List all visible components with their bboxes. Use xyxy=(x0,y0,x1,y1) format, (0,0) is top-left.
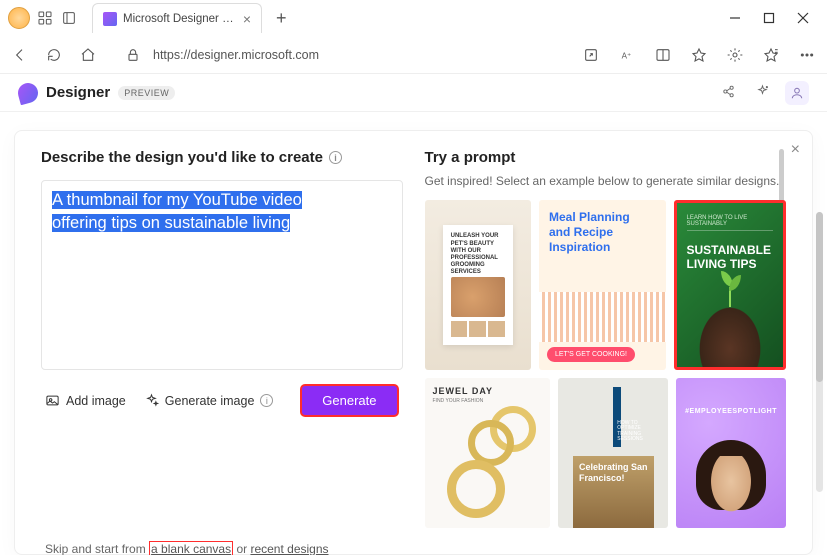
sparkles-icon xyxy=(144,393,159,408)
favorite-icon[interactable] xyxy=(687,43,711,67)
window-titlebar: Microsoft Designer - Stunning d × + xyxy=(0,0,827,36)
split-screen-icon[interactable] xyxy=(651,43,675,67)
app-header: Designer PREVIEW xyxy=(0,74,827,112)
example-tile-san-francisco[interactable]: HOW TO OPTIMIZE TRAINING SESSIONS Celebr… xyxy=(558,378,668,528)
profile-avatar-icon[interactable] xyxy=(8,7,30,29)
window-maximize-button[interactable] xyxy=(761,10,777,26)
info-icon[interactable]: i xyxy=(260,394,273,407)
prompt-textarea[interactable]: A thumbnail for my YouTube video offerin… xyxy=(41,180,403,370)
window-minimize-button[interactable] xyxy=(727,10,743,26)
try-prompt-column: Try a prompt Get inspired! Select an exa… xyxy=(425,149,787,544)
prompt-gallery: UNLEASH YOUR PET'S BEAUTY WITH OUR PROFE… xyxy=(425,200,787,544)
tile-text: and Recipe xyxy=(549,225,613,239)
tab-actions-icon[interactable] xyxy=(60,9,78,27)
describe-heading: Describe the design you'd like to create… xyxy=(41,149,403,166)
generate-image-button[interactable]: Generate image i xyxy=(144,393,274,408)
share-icon[interactable] xyxy=(717,81,739,103)
tile-text: SUSTAINABLE xyxy=(687,243,771,257)
tile-text: Meal Planning xyxy=(549,210,630,224)
tile-text: Inspiration xyxy=(549,240,610,254)
app-launch-icon[interactable] xyxy=(579,43,603,67)
app-name: Designer xyxy=(46,84,110,101)
favorites-list-icon[interactable] xyxy=(759,43,783,67)
account-button[interactable] xyxy=(785,81,809,105)
try-prompt-subtext: Get inspired! Select an example below to… xyxy=(425,174,787,188)
prompt-line2: offering tips on sustainable living xyxy=(52,214,290,232)
recent-designs-link[interactable]: recent designs xyxy=(250,542,328,555)
add-image-icon xyxy=(45,393,60,408)
prompt-line1: A thumbnail for my YouTube video xyxy=(52,191,302,209)
generate-image-label: Generate image xyxy=(165,394,255,408)
try-prompt-heading: Try a prompt xyxy=(425,149,787,166)
back-button[interactable] xyxy=(8,43,32,67)
workspaces-icon[interactable] xyxy=(36,9,54,27)
preview-badge: PREVIEW xyxy=(118,86,175,100)
designer-logo-icon xyxy=(16,80,40,104)
tile-text: HOW TO OPTIMIZE TRAINING SESSIONS xyxy=(617,421,643,443)
address-bar[interactable]: https://designer.microsoft.com xyxy=(110,41,569,69)
tile-text: #EMPLOYEESPOTLIGHT xyxy=(676,408,786,415)
skip-mid: or xyxy=(233,542,250,555)
example-tile-employee-spotlight[interactable]: #EMPLOYEESPOTLIGHT xyxy=(676,378,786,528)
add-image-button[interactable]: Add image xyxy=(45,393,126,408)
skip-line: Skip and start from a blank canvas or re… xyxy=(45,542,329,555)
info-icon[interactable]: i xyxy=(329,151,342,164)
refresh-button[interactable] xyxy=(42,43,66,67)
tile-pill: LET'S GET COOKING! xyxy=(547,347,635,362)
read-aloud-icon[interactable]: A⁺ xyxy=(615,43,639,67)
tab-favicon-icon xyxy=(103,12,117,26)
tile-text: LIVING TIPS xyxy=(687,257,757,271)
url-text: https://designer.microsoft.com xyxy=(153,48,319,62)
tab-close-icon[interactable]: × xyxy=(243,11,251,27)
action-row: Add image Generate image i Generate xyxy=(41,384,403,417)
sparkle-icon[interactable] xyxy=(751,81,773,103)
generate-button[interactable]: Generate xyxy=(300,384,398,417)
example-tile-meal-planning[interactable]: Meal Planningand RecipeInspiration LET'S… xyxy=(539,200,666,370)
example-tile-jewel-day[interactable]: JEWEL DAY FIND YOUR FASHION xyxy=(425,378,551,528)
tile-text: Francisco! xyxy=(579,473,625,483)
main-stage: × Describe the design you'd like to crea… xyxy=(0,112,827,555)
tile-text: JEWEL DAY xyxy=(433,386,494,396)
window-close-button[interactable] xyxy=(795,10,811,26)
browser-tab[interactable]: Microsoft Designer - Stunning d × xyxy=(92,3,262,33)
creation-card: × Describe the design you'd like to crea… xyxy=(14,130,813,555)
tile-text: UNLEASH YOUR PET'S BEAUTY WITH OUR PROFE… xyxy=(451,233,505,276)
browser-toolbar: https://designer.microsoft.com A⁺ xyxy=(0,36,827,74)
lock-icon xyxy=(121,43,145,67)
tile-text: LEARN HOW TO LIVE SUSTAINABLY xyxy=(687,215,774,231)
extensions-icon[interactable] xyxy=(723,43,747,67)
example-tile-grooming[interactable]: UNLEASH YOUR PET'S BEAUTY WITH OUR PROFE… xyxy=(425,200,532,370)
skip-prefix: Skip and start from xyxy=(45,542,149,555)
home-button[interactable] xyxy=(76,43,100,67)
describe-heading-text: Describe the design you'd like to create xyxy=(41,149,323,166)
svg-text:A⁺: A⁺ xyxy=(622,51,632,60)
close-card-button[interactable]: × xyxy=(791,141,800,159)
add-image-label: Add image xyxy=(66,394,126,408)
new-tab-button[interactable]: + xyxy=(276,8,287,29)
describe-column: Describe the design you'd like to create… xyxy=(41,149,403,544)
example-tile-sustainable[interactable]: LEARN HOW TO LIVE SUSTAINABLY SUSTAINABL… xyxy=(674,200,787,370)
menu-icon[interactable] xyxy=(795,43,819,67)
tab-title: Microsoft Designer - Stunning d xyxy=(123,13,237,25)
blank-canvas-link[interactable]: a blank canvas xyxy=(149,541,233,555)
tile-text: Celebrating San xyxy=(579,462,648,472)
page-scrollbar[interactable] xyxy=(816,212,823,492)
tile-text: FIND YOUR FASHION xyxy=(433,398,484,404)
